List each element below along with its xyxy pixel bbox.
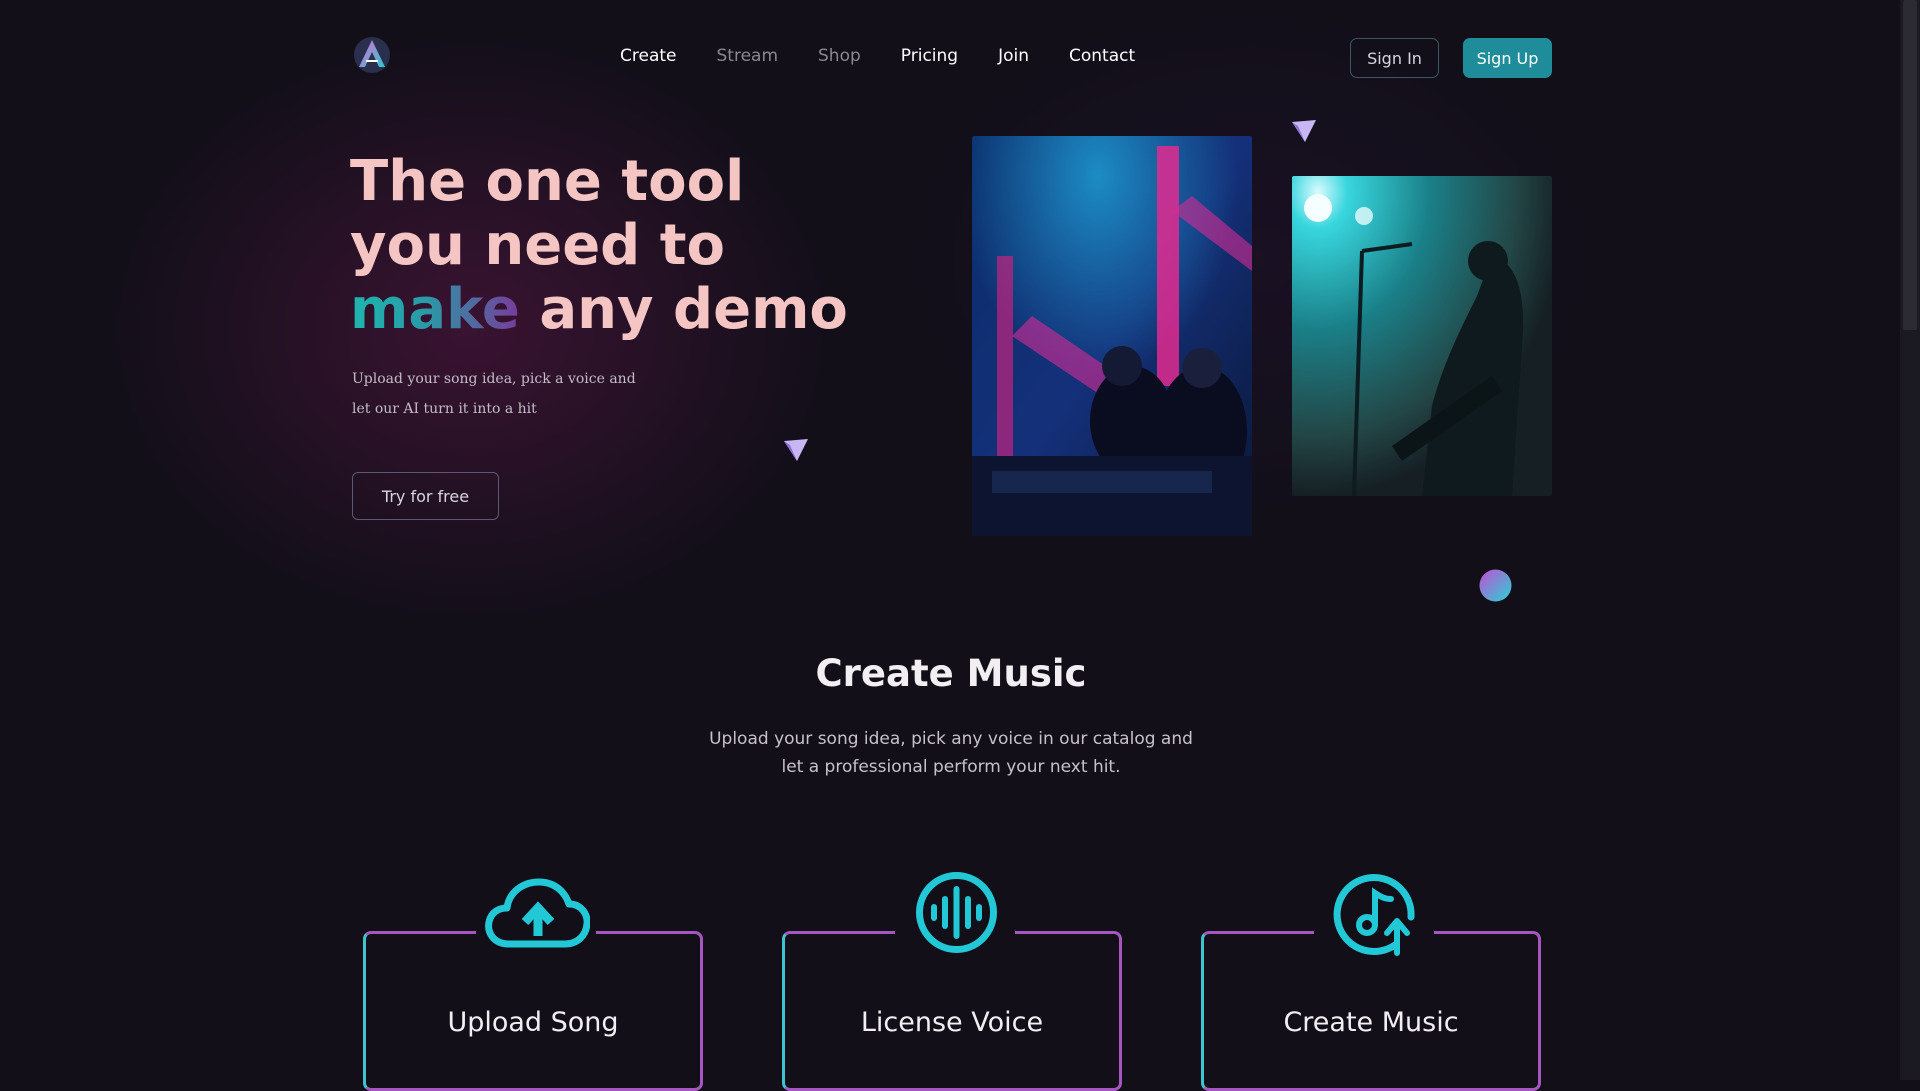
page-scrollbar[interactable] xyxy=(1900,0,1920,1080)
try-for-free-button[interactable]: Try for free xyxy=(352,472,499,520)
card-label: License Voice xyxy=(860,1007,1044,1038)
hero-title-highlight: make xyxy=(350,277,520,342)
card-license-voice[interactable]: License Voice xyxy=(782,931,1122,1091)
card-label: Upload Song xyxy=(447,1007,619,1038)
hero-subtitle-line2: let our AI turn it into a hit xyxy=(352,401,537,417)
nav-pricing[interactable]: Pricing xyxy=(901,46,958,66)
hero-title-line1: The one tool xyxy=(350,149,745,214)
hero-title-line2: you need to xyxy=(350,213,725,278)
sound-wave-icon xyxy=(915,871,998,954)
section-description: Upload your song idea, pick any voice in… xyxy=(709,729,1193,777)
sign-up-button[interactable]: Sign Up xyxy=(1463,38,1552,78)
card-label: Create Music xyxy=(1283,1007,1459,1038)
main-nav: Create Stream Shop Pricing Join Contact xyxy=(620,46,1135,66)
scrollbar-thumb[interactable] xyxy=(1903,0,1917,330)
hero-subtitle-line1: Upload your song idea, pick a voice and xyxy=(352,371,636,387)
hero-title-line3: any demo xyxy=(519,277,848,342)
hero-subtitle: Upload your song idea, pick a voice and … xyxy=(352,364,652,424)
dj-duo-photo xyxy=(972,136,1252,536)
nav-create[interactable]: Create xyxy=(620,46,677,66)
nav-join[interactable]: Join xyxy=(998,46,1029,66)
nav-contact[interactable]: Contact xyxy=(1069,46,1135,66)
sign-in-button[interactable]: Sign In xyxy=(1350,38,1439,78)
a-logo-icon[interactable] xyxy=(352,35,392,75)
hero-title: The one tool you need to make any demo xyxy=(350,150,848,342)
cloud-upload-icon xyxy=(485,878,591,950)
nav-shop[interactable]: Shop xyxy=(818,46,861,66)
section-title: Create Music xyxy=(815,652,1087,695)
gem-icon xyxy=(782,437,810,463)
card-upload-song[interactable]: Upload Song xyxy=(363,931,703,1091)
music-note-upload-icon xyxy=(1333,871,1418,956)
nav-stream[interactable]: Stream xyxy=(717,46,779,66)
orb-icon xyxy=(1479,569,1512,602)
gem-icon xyxy=(1290,118,1318,144)
singer-guitar-photo xyxy=(1292,176,1552,496)
